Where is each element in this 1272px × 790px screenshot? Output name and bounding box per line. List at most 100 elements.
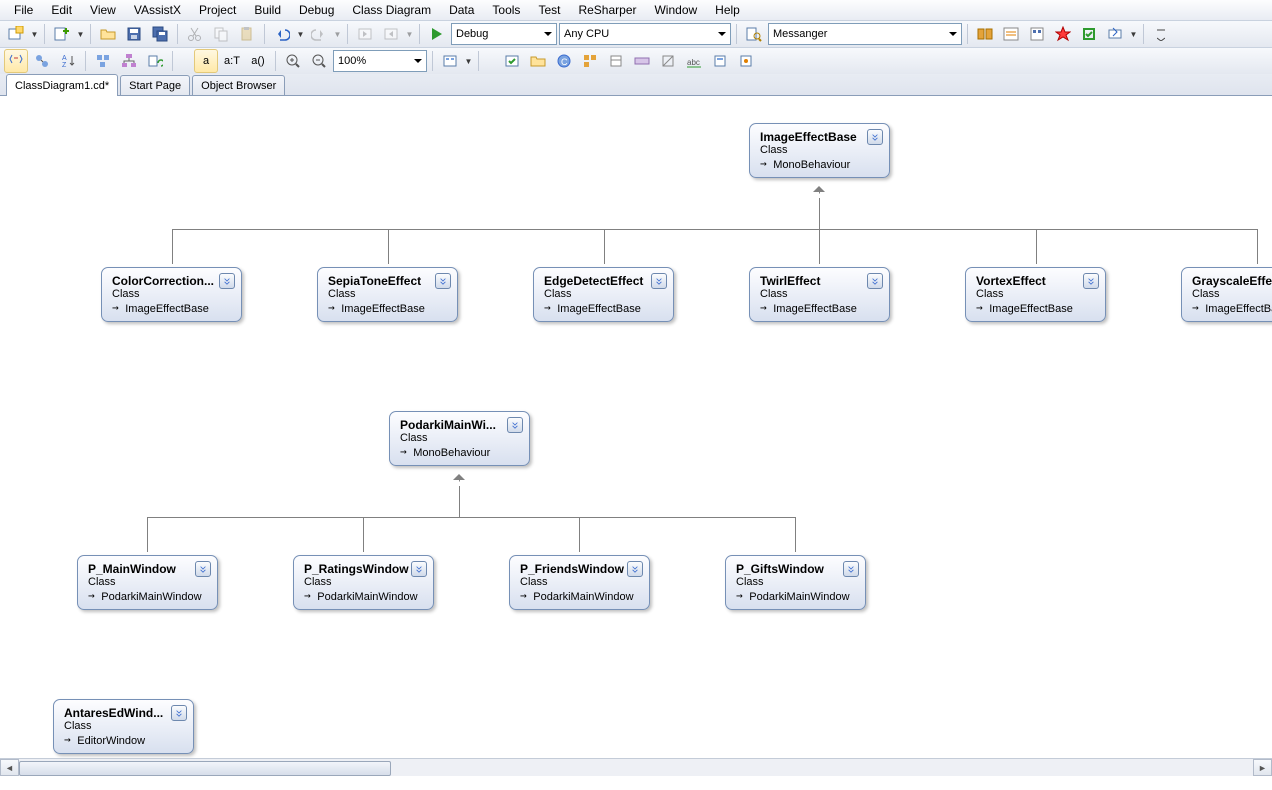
class-node-colorcorrection[interactable]: ColorCorrection... Class ImageEffectBase: [101, 267, 242, 322]
tab-objectbrowser[interactable]: Object Browser: [192, 75, 285, 95]
solution-platform-dropdown[interactable]: Any CPU: [559, 23, 731, 45]
class-node-vortex[interactable]: VortexEffect Class ImageEffectBase: [965, 267, 1106, 322]
class-node-grayscale[interactable]: GrayscaleEffec Class ImageEffectBa: [1181, 267, 1272, 322]
tb2-icon-6[interactable]: [630, 49, 654, 73]
expand-chevron-icon[interactable]: [195, 561, 211, 577]
add-item-icon[interactable]: [50, 22, 74, 46]
expand-chevron-icon[interactable]: [171, 705, 187, 721]
menu-vassistx[interactable]: VAssistX: [126, 1, 189, 19]
scroll-left-button[interactable]: ◄: [0, 759, 19, 776]
menu-classdiagram[interactable]: Class Diagram: [344, 1, 439, 19]
name-only-button[interactable]: a: [194, 49, 218, 73]
redo-icon[interactable]: [307, 22, 331, 46]
expand-chevron-icon[interactable]: [651, 273, 667, 289]
new-project-dropdown[interactable]: ▼: [30, 30, 39, 39]
class-node-pgifts[interactable]: P_GiftsWindow Class PodarkiMainWindow: [725, 555, 866, 610]
navigate-back-icon[interactable]: [353, 22, 377, 46]
scroll-track[interactable]: [19, 760, 1253, 775]
tab-startpage[interactable]: Start Page: [120, 75, 190, 95]
open-icon[interactable]: [96, 22, 120, 46]
scroll-thumb[interactable]: [19, 761, 391, 776]
tb2-icon-2[interactable]: [526, 49, 550, 73]
class-node-antares[interactable]: AntaresEdWind... Class EditorWindow: [53, 699, 194, 754]
menu-view[interactable]: View: [82, 1, 124, 19]
menu-file[interactable]: File: [6, 1, 41, 19]
menu-debug[interactable]: Debug: [291, 1, 342, 19]
expand-chevron-icon[interactable]: [435, 273, 451, 289]
tb2-icon-8[interactable]: abc: [682, 49, 706, 73]
expand-chevron-icon[interactable]: [219, 273, 235, 289]
diagram-icon-2[interactable]: [30, 49, 54, 73]
navigate-dropdown[interactable]: ▼: [405, 30, 414, 39]
layout-icon[interactable]: [117, 49, 141, 73]
undo-dropdown[interactable]: ▼: [296, 30, 305, 39]
tb2-icon-9[interactable]: [708, 49, 732, 73]
tb2-icon-4[interactable]: [578, 49, 602, 73]
class-node-sepia[interactable]: SepiaToneEffect Class ImageEffectBase: [317, 267, 458, 322]
expand-chevron-icon[interactable]: [843, 561, 859, 577]
class-node-pratings[interactable]: P_RatingsWindow Class PodarkiMainWindow: [293, 555, 434, 610]
expand-chevron-icon[interactable]: [411, 561, 427, 577]
find-in-files-icon[interactable]: [742, 22, 766, 46]
menu-help[interactable]: Help: [707, 1, 748, 19]
find-dropdown[interactable]: Messanger: [768, 23, 962, 45]
expand-chevron-icon[interactable]: [867, 273, 883, 289]
tab-classdiagram[interactable]: ClassDiagram1.cd*: [6, 74, 118, 96]
refresh-icon[interactable]: [143, 49, 167, 73]
menu-tools[interactable]: Tools: [484, 1, 528, 19]
resharper-icon-5[interactable]: [1077, 22, 1101, 46]
group-icon[interactable]: [91, 49, 115, 73]
sort-az-icon[interactable]: AZ: [56, 49, 80, 73]
tb2-icon-7[interactable]: [656, 49, 680, 73]
class-node-edge[interactable]: EdgeDetectEffect Class ImageEffectBase: [533, 267, 674, 322]
tb2-icon-10[interactable]: [734, 49, 758, 73]
expand-chevron-icon[interactable]: [1083, 273, 1099, 289]
play-icon[interactable]: [425, 22, 449, 46]
tb2-icon-3[interactable]: C: [552, 49, 576, 73]
resharper-icon-1[interactable]: [973, 22, 997, 46]
class-node-imageeffectbase[interactable]: ImageEffectBase Class MonoBehaviour: [749, 123, 890, 178]
tb2-icon-1[interactable]: [500, 49, 524, 73]
paste-icon[interactable]: [235, 22, 259, 46]
menu-data[interactable]: Data: [441, 1, 482, 19]
navigate-fwd-icon[interactable]: [379, 22, 403, 46]
menu-edit[interactable]: Edit: [43, 1, 80, 19]
diagram-icon-1[interactable]: [4, 49, 28, 73]
menu-resharper[interactable]: ReSharper: [570, 1, 644, 19]
expand-chevron-icon[interactable]: [867, 129, 883, 145]
save-all-icon[interactable]: [148, 22, 172, 46]
zoom-out-icon[interactable]: [307, 49, 331, 73]
add-item-dropdown[interactable]: ▼: [76, 30, 85, 39]
new-diagram-icon[interactable]: [438, 49, 462, 73]
new-project-icon[interactable]: [4, 22, 28, 46]
menu-build[interactable]: Build: [246, 1, 289, 19]
diagram-canvas[interactable]: ImageEffectBase Class MonoBehaviour Colo…: [0, 96, 1272, 776]
save-icon[interactable]: [122, 22, 146, 46]
class-node-podarkimain[interactable]: PodarkiMainWi... Class MonoBehaviour: [389, 411, 530, 466]
undo-icon[interactable]: [270, 22, 294, 46]
new-diagram-dropdown[interactable]: ▼: [464, 57, 473, 66]
name-type-button[interactable]: a:T: [220, 49, 244, 73]
resharper-icon-4[interactable]: [1051, 22, 1075, 46]
scroll-right-button[interactable]: ►: [1253, 759, 1272, 776]
expand-chevron-icon[interactable]: [507, 417, 523, 433]
tb2-icon-5[interactable]: [604, 49, 628, 73]
class-node-pfriends[interactable]: P_FriendsWindow Class PodarkiMainWindow: [509, 555, 650, 610]
solution-config-dropdown[interactable]: Debug: [451, 23, 557, 45]
resharper-dropdown[interactable]: ▼: [1129, 30, 1138, 39]
zoom-in-icon[interactable]: [281, 49, 305, 73]
toolbar-overflow-icon[interactable]: [1149, 22, 1173, 46]
class-node-pmain[interactable]: P_MainWindow Class PodarkiMainWindow: [77, 555, 218, 610]
copy-icon[interactable]: [209, 22, 233, 46]
full-sig-button[interactable]: a(): [246, 49, 270, 73]
redo-dropdown[interactable]: ▼: [333, 30, 342, 39]
horizontal-scrollbar[interactable]: ◄ ►: [0, 758, 1272, 776]
menu-test[interactable]: Test: [530, 1, 568, 19]
expand-chevron-icon[interactable]: [627, 561, 643, 577]
resharper-icon-3[interactable]: [1025, 22, 1049, 46]
zoom-dropdown[interactable]: 100%: [333, 50, 427, 72]
menu-window[interactable]: Window: [646, 1, 705, 19]
class-node-twirl[interactable]: TwirlEffect Class ImageEffectBase: [749, 267, 890, 322]
resharper-icon-2[interactable]: [999, 22, 1023, 46]
menu-project[interactable]: Project: [191, 1, 244, 19]
